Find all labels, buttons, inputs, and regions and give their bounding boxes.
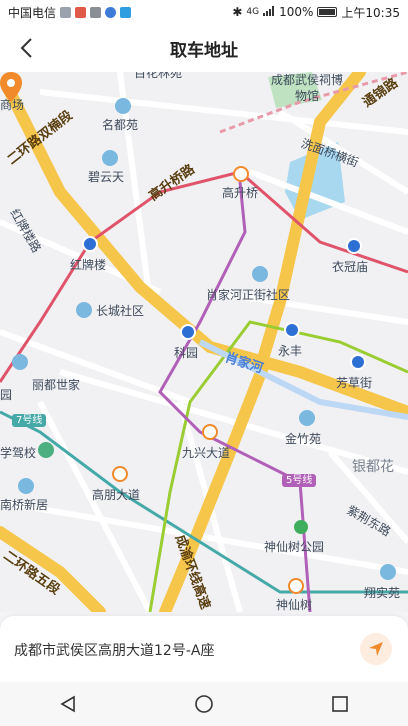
nav-back-button[interactable] bbox=[38, 682, 98, 726]
station-label[interactable]: 永丰 bbox=[278, 342, 302, 359]
title-bar: 取车地址 bbox=[0, 24, 408, 72]
home-circle-icon bbox=[195, 695, 213, 713]
nav-recents-button[interactable] bbox=[310, 682, 370, 726]
poi-label: 学驾校 bbox=[0, 446, 37, 460]
metro-transfer-icon bbox=[202, 424, 218, 440]
school-icon bbox=[38, 442, 54, 458]
carrier-label: 中国电信 bbox=[8, 5, 57, 20]
poi-label[interactable]: 丽都世家 bbox=[32, 376, 80, 393]
bluetooth-icon: ✱ bbox=[232, 5, 243, 19]
metro-line-red bbox=[0, 170, 408, 383]
metro-icon bbox=[284, 322, 300, 338]
clock: 上午10:35 bbox=[341, 5, 400, 20]
metro-icon bbox=[346, 238, 362, 254]
station-label[interactable]: 衣冠庙 bbox=[332, 258, 368, 275]
navigation-arrow-icon bbox=[369, 642, 383, 656]
locate-me-button[interactable] bbox=[360, 633, 392, 665]
poi-label: 百花林苑 bbox=[134, 72, 183, 80]
metro-icon bbox=[350, 354, 366, 370]
poi-label[interactable]: 碧云天 bbox=[88, 168, 124, 185]
poi-label[interactable]: 神仙树公园 bbox=[264, 538, 324, 555]
usb-icon bbox=[60, 6, 72, 18]
poi-label[interactable]: 肖家河正街社区 bbox=[206, 286, 290, 303]
page-title: 取车地址 bbox=[170, 40, 238, 61]
metro-icon bbox=[82, 236, 98, 252]
location-pin-icon[interactable] bbox=[0, 72, 22, 102]
back-button[interactable] bbox=[4, 24, 48, 72]
poi-label[interactable]: 翔实苑 bbox=[364, 584, 400, 601]
building-icon bbox=[380, 564, 396, 580]
network-type: 4G bbox=[246, 7, 260, 17]
map-view[interactable]: 二环路双楠段 高升桥路 洗面桥横街 红牌楼路 成渝环线高速 紫荆东路 二环路五段… bbox=[0, 72, 408, 612]
station-label[interactable]: 芳草街 bbox=[336, 374, 372, 391]
signal-icon bbox=[263, 5, 275, 19]
poi-label[interactable]: 成都武侯祠博物馆 bbox=[270, 72, 344, 104]
station-label[interactable]: 高朋大道 bbox=[92, 486, 140, 503]
station-label[interactable]: 高升桥 bbox=[222, 184, 258, 201]
poi-label[interactable]: 名都苑 bbox=[102, 116, 138, 133]
building-icon bbox=[12, 354, 28, 370]
metro-transfer-icon bbox=[112, 466, 128, 482]
messenger-notification-icon bbox=[120, 6, 132, 18]
station-label[interactable]: 神仙树 bbox=[276, 596, 312, 612]
nav-home-button[interactable] bbox=[174, 682, 234, 726]
building-icon bbox=[102, 150, 118, 166]
poi-label[interactable]: 金竹苑 bbox=[285, 430, 321, 447]
poi-label[interactable]: 长城社区 bbox=[96, 302, 144, 319]
line-5-badge: 5号线 bbox=[282, 474, 317, 487]
poi-label[interactable]: 南桥新居 bbox=[0, 496, 48, 513]
metro-transfer-icon bbox=[233, 166, 249, 182]
line-7-badge: 7号线 bbox=[12, 414, 47, 427]
building-icon bbox=[252, 266, 268, 282]
back-triangle-icon bbox=[60, 695, 75, 713]
building-icon bbox=[115, 98, 131, 114]
status-right: ✱ 4G 100% 上午10:35 bbox=[232, 4, 400, 21]
park-icon bbox=[294, 520, 308, 534]
battery-icon bbox=[317, 7, 338, 17]
chevron-left-icon bbox=[20, 38, 32, 58]
metro-icon bbox=[180, 324, 196, 340]
app-notification-icon bbox=[75, 6, 87, 18]
station-label[interactable]: 科园 bbox=[174, 344, 198, 361]
building-icon bbox=[299, 410, 315, 426]
battery-percent: 100% bbox=[279, 5, 314, 19]
metro-transfer-icon bbox=[288, 578, 304, 594]
status-left: 中国电信 bbox=[8, 4, 132, 21]
poi-label: 园 bbox=[0, 388, 13, 402]
building-icon bbox=[18, 478, 34, 494]
pickup-address-text[interactable]: 成都市武侯区高朋大道12号-A座 bbox=[14, 640, 214, 660]
status-bar: 中国电信 ✱ 4G 100% 上午10:35 bbox=[0, 0, 408, 24]
recents-square-icon bbox=[332, 696, 348, 712]
image-notification-icon bbox=[90, 6, 102, 18]
station-label[interactable]: 红牌楼 bbox=[70, 256, 106, 273]
system-nav-bar bbox=[0, 682, 408, 726]
building-icon bbox=[76, 302, 92, 318]
browser-notification-icon bbox=[105, 6, 117, 18]
address-panel: 成都市武侯区高朋大道12号-A座 bbox=[0, 616, 408, 682]
station-label[interactable]: 九兴大道 bbox=[182, 444, 230, 461]
area-label: 银都花 bbox=[352, 459, 394, 475]
